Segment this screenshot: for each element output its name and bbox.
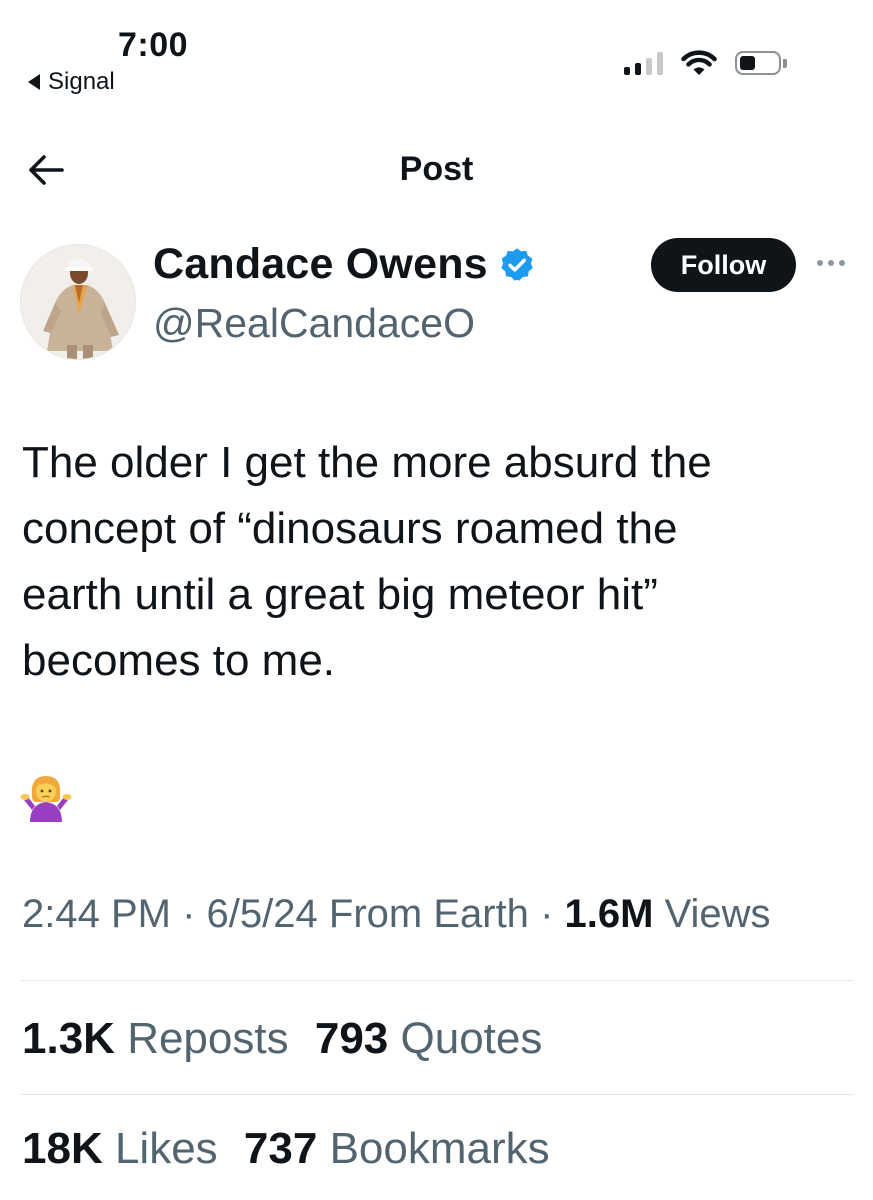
reposts-count: 1.3K xyxy=(22,1014,115,1063)
bookmarks-count: 737 xyxy=(243,1124,318,1173)
divider xyxy=(20,980,853,981)
views-label: Views xyxy=(664,892,771,936)
reposts-label: Reposts xyxy=(127,1014,289,1063)
tweet-line: concept of “dinosaurs roamed the xyxy=(22,504,678,553)
status-icons xyxy=(624,50,787,76)
cellular-signal-icon xyxy=(624,51,663,75)
tweet-line: earth until a great big meteor hit” xyxy=(22,570,658,619)
tweet-text: The older I get the more absurd the conc… xyxy=(22,430,842,694)
meta-separator: · xyxy=(182,892,196,936)
quotes-label: Quotes xyxy=(400,1014,543,1063)
page-title: Post xyxy=(399,150,474,188)
back-to-app-link[interactable]: Signal xyxy=(28,68,115,96)
likes-count: 18K xyxy=(22,1124,103,1173)
divider xyxy=(20,1094,853,1095)
quotes-count: 793 xyxy=(314,1014,389,1063)
meta-separator: · xyxy=(540,892,554,936)
back-triangle-icon xyxy=(28,74,40,90)
bookmarks-stat[interactable]: 737 Bookmarks xyxy=(244,1124,550,1174)
tweet-line: becomes to me. xyxy=(22,636,336,685)
likes-stat[interactable]: 18K Likes xyxy=(22,1124,218,1174)
ellipsis-icon[interactable] xyxy=(817,260,845,266)
tweet-meta: 2:44 PM · 6/5/24 From Earth · 1.6M Views xyxy=(22,892,771,937)
quotes-stat[interactable]: 793 Quotes xyxy=(315,1014,543,1064)
tweet-time: 2:44 PM xyxy=(22,892,171,936)
author-handle[interactable]: @RealCandaceO xyxy=(153,300,475,347)
back-app-label: Signal xyxy=(48,68,115,95)
verified-badge-icon xyxy=(501,247,533,281)
views-count: 1.6M xyxy=(564,892,654,936)
wifi-icon xyxy=(681,50,717,75)
status-time: 7:00 xyxy=(118,26,189,64)
avatar[interactable] xyxy=(20,244,136,360)
person-shrugging-emoji xyxy=(20,776,72,822)
tweet-line: The older I get the more absurd the xyxy=(22,438,712,487)
engagement-row-1: 1.3K Reposts 793 Quotes xyxy=(22,1014,556,1064)
author-name-row: Candace Owens xyxy=(153,240,536,289)
reposts-stat[interactable]: 1.3K Reposts xyxy=(22,1014,289,1064)
follow-button[interactable]: Follow xyxy=(651,238,796,292)
tweet-source: From Earth xyxy=(328,892,529,936)
engagement-row-2: 18K Likes 737 Bookmarks xyxy=(22,1124,564,1174)
tweet-date: 6/5/24 xyxy=(206,892,318,936)
likes-label: Likes xyxy=(114,1124,218,1173)
avatar-image xyxy=(21,245,135,359)
display-name[interactable]: Candace Owens xyxy=(153,240,488,289)
bookmarks-label: Bookmarks xyxy=(329,1124,550,1173)
battery-icon xyxy=(735,51,787,75)
